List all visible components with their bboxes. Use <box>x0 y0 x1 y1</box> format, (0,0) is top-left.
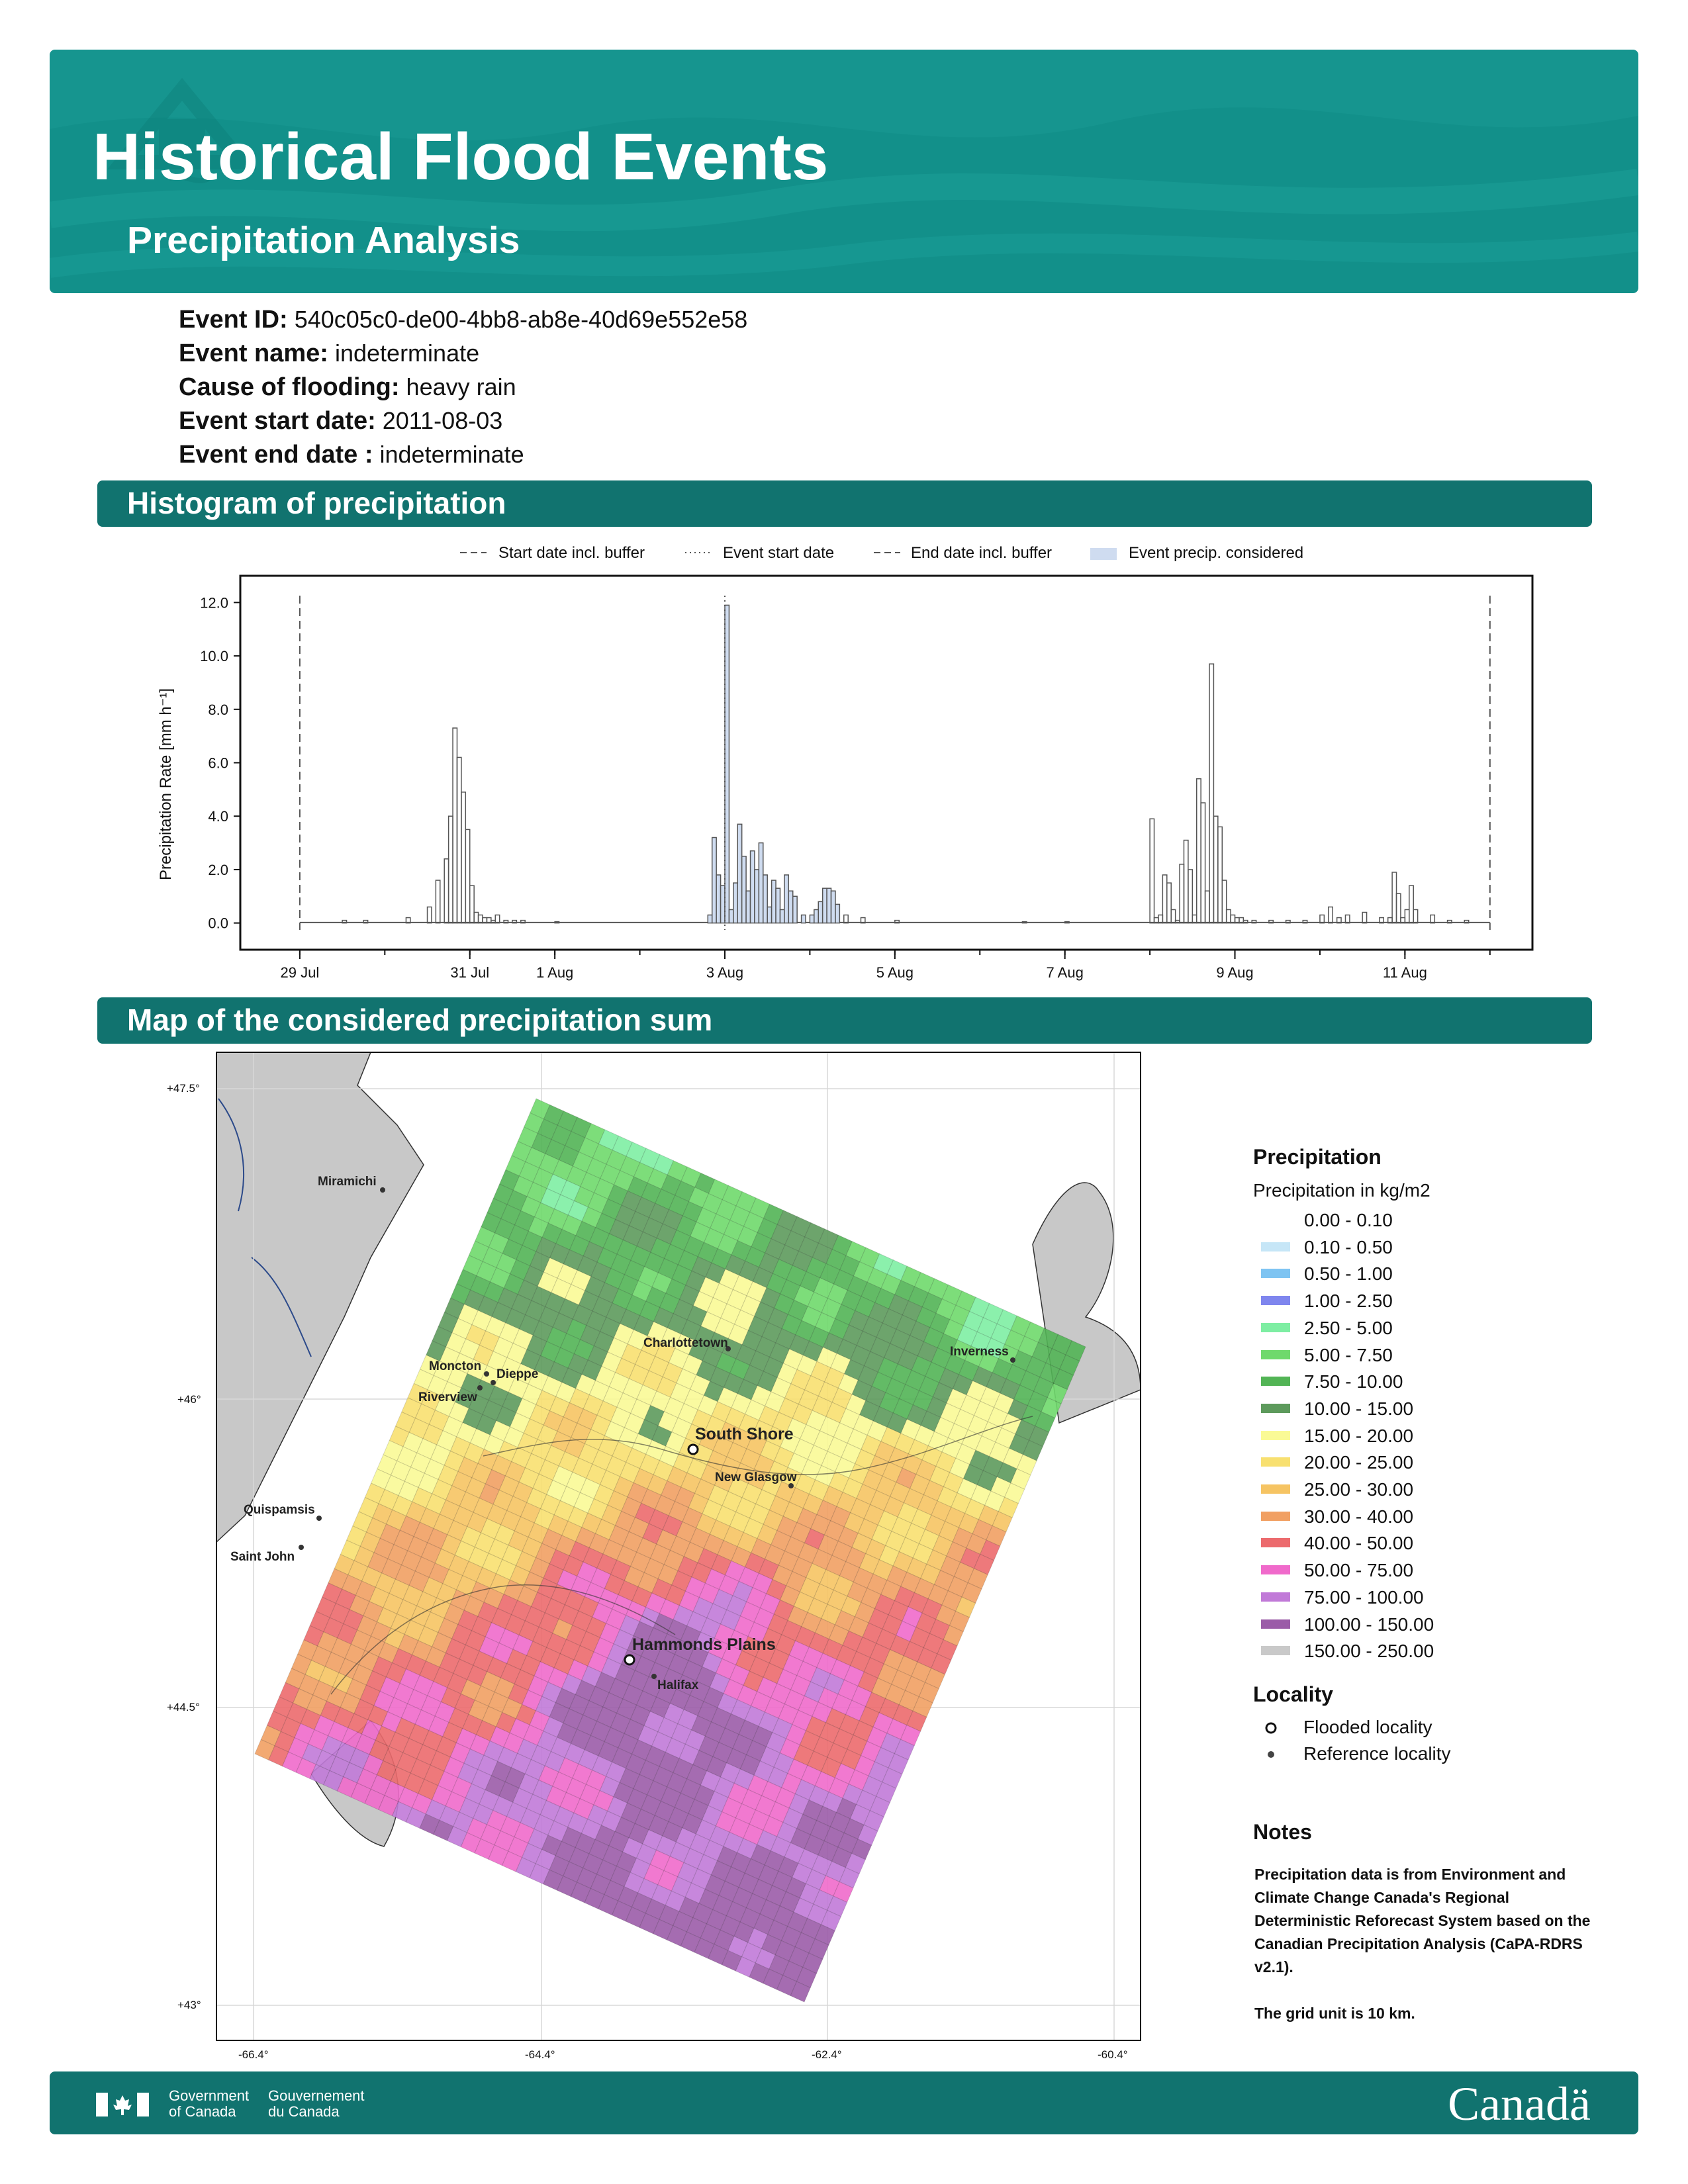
reference-marker <box>477 1385 483 1390</box>
reference-marker <box>484 1371 489 1377</box>
legend-swatch <box>1261 1592 1290 1602</box>
legend-class-label: 20.00 - 25.00 <box>1304 1452 1414 1473</box>
flooded-marker <box>624 1654 635 1666</box>
reference-marker <box>491 1380 496 1385</box>
legend-class-label: 50.00 - 75.00 <box>1304 1560 1414 1581</box>
reference-locality-label: Inverness <box>950 1345 1009 1359</box>
reference-locality-label: Riverview <box>418 1390 477 1404</box>
reference-locality-label: Quispamsis <box>244 1503 315 1517</box>
lon-label: -64.4° <box>525 2048 555 2061</box>
locality-legend-markers <box>1265 1722 1277 1758</box>
legend-swatch <box>1261 1511 1290 1521</box>
legend-swatch <box>1261 1377 1290 1387</box>
reference-locality-label: Moncton <box>429 1359 481 1373</box>
legend-swatch <box>1261 1403 1290 1413</box>
legend-class-label: 1.00 - 2.50 <box>1304 1291 1393 1312</box>
reference-marker <box>316 1516 322 1521</box>
reference-locality-label: New Glasgow <box>715 1471 797 1484</box>
gov-en: Government of Canada <box>169 2087 250 2120</box>
legend-swatch <box>1261 1565 1290 1575</box>
reference-locality-label: Miramichi <box>318 1175 377 1189</box>
lat-label: +47.5° <box>167 1082 200 1095</box>
reference-locality-label: Saint John <box>230 1550 295 1564</box>
canada-wordmark: Canadä <box>1448 2077 1591 2130</box>
legend-swatch <box>1261 1619 1290 1629</box>
reference-locality-label: Dieppe <box>496 1367 538 1381</box>
notes-title: Notes <box>1253 1820 1312 1844</box>
legend-class-label: 0.00 - 0.10 <box>1304 1210 1393 1230</box>
canada-flag-icon <box>96 2093 149 2116</box>
reference-marker <box>299 1545 304 1550</box>
legend-swatch <box>1261 1215 1290 1224</box>
lat-label: +46° <box>177 1393 201 1406</box>
legend-swatch <box>1261 1457 1290 1467</box>
legend-swatch <box>1261 1646 1290 1656</box>
lon-label: -66.4° <box>238 2048 269 2061</box>
legend-swatch <box>1261 1296 1290 1306</box>
map-legend-title: Precipitation <box>1253 1145 1382 1169</box>
legend-class-label: 100.00 - 150.00 <box>1304 1614 1434 1635</box>
flooded-locality-label: South Shore <box>695 1425 794 1443</box>
lon-label: -60.4° <box>1098 2048 1128 2061</box>
lon-label: -62.4° <box>812 2048 842 2061</box>
gov-fr: Gouvernement du Canada <box>268 2087 365 2120</box>
legend-swatch <box>1261 1349 1290 1359</box>
legend-class-label: 25.00 - 30.00 <box>1304 1479 1414 1500</box>
map-legend-subtitle: Precipitation in kg/m2 <box>1253 1180 1430 1201</box>
notes-body: Precipitation data is from Environment a… <box>1254 1863 1599 2025</box>
flooded-marker <box>687 1443 699 1455</box>
legend-swatch <box>1261 1322 1290 1332</box>
legend-class-label: 10.00 - 15.00 <box>1304 1398 1414 1419</box>
legend-class-label: 2.50 - 5.00 <box>1304 1317 1393 1338</box>
footer-bar: Government of Canada Gouvernement du Canad… <box>50 2071 1638 2134</box>
flooded-locality-legend: Flooded locality <box>1303 1717 1432 1737</box>
legend-class-label: 30.00 - 40.00 <box>1304 1506 1414 1527</box>
legend-swatch <box>1261 1269 1290 1279</box>
legend-class-label: 75.00 - 100.00 <box>1304 1586 1424 1608</box>
notes-paragraph: Precipitation data is from Environment a… <box>1254 1866 1591 1976</box>
reference-marker <box>380 1187 385 1193</box>
flooded-locality-label: Hammonds Plains <box>632 1635 776 1654</box>
legend-swatch <box>1261 1242 1290 1251</box>
reference-marker <box>651 1674 657 1679</box>
legend-class-label: 150.00 - 250.00 <box>1304 1641 1434 1662</box>
reference-locality-legend: Reference locality <box>1303 1743 1451 1764</box>
legend-swatch <box>1261 1484 1290 1494</box>
legend-swatch <box>1261 1538 1290 1548</box>
legend-swatch <box>1261 1430 1290 1440</box>
legend-class-label: 40.00 - 50.00 <box>1304 1533 1414 1554</box>
reference-locality-label: Halifax <box>657 1678 699 1692</box>
lat-label: +44.5° <box>167 1701 200 1713</box>
locality-legend-title: Locality <box>1253 1682 1333 1706</box>
reference-locality-label: Charlottetown <box>643 1336 728 1350</box>
notes-paragraph: The grid unit is 10 km. <box>1254 2005 1415 2022</box>
lat-label: +43° <box>177 1999 201 2011</box>
legend-class-label: 0.10 - 0.50 <box>1304 1236 1393 1257</box>
legend-class-label: 5.00 - 7.50 <box>1304 1344 1393 1365</box>
legend-class-label: 7.50 - 10.00 <box>1304 1371 1403 1392</box>
legend-class-label: 15.00 - 20.00 <box>1304 1425 1414 1446</box>
legend-class-label: 0.50 - 1.00 <box>1304 1263 1393 1285</box>
reference-marker <box>1010 1357 1015 1363</box>
